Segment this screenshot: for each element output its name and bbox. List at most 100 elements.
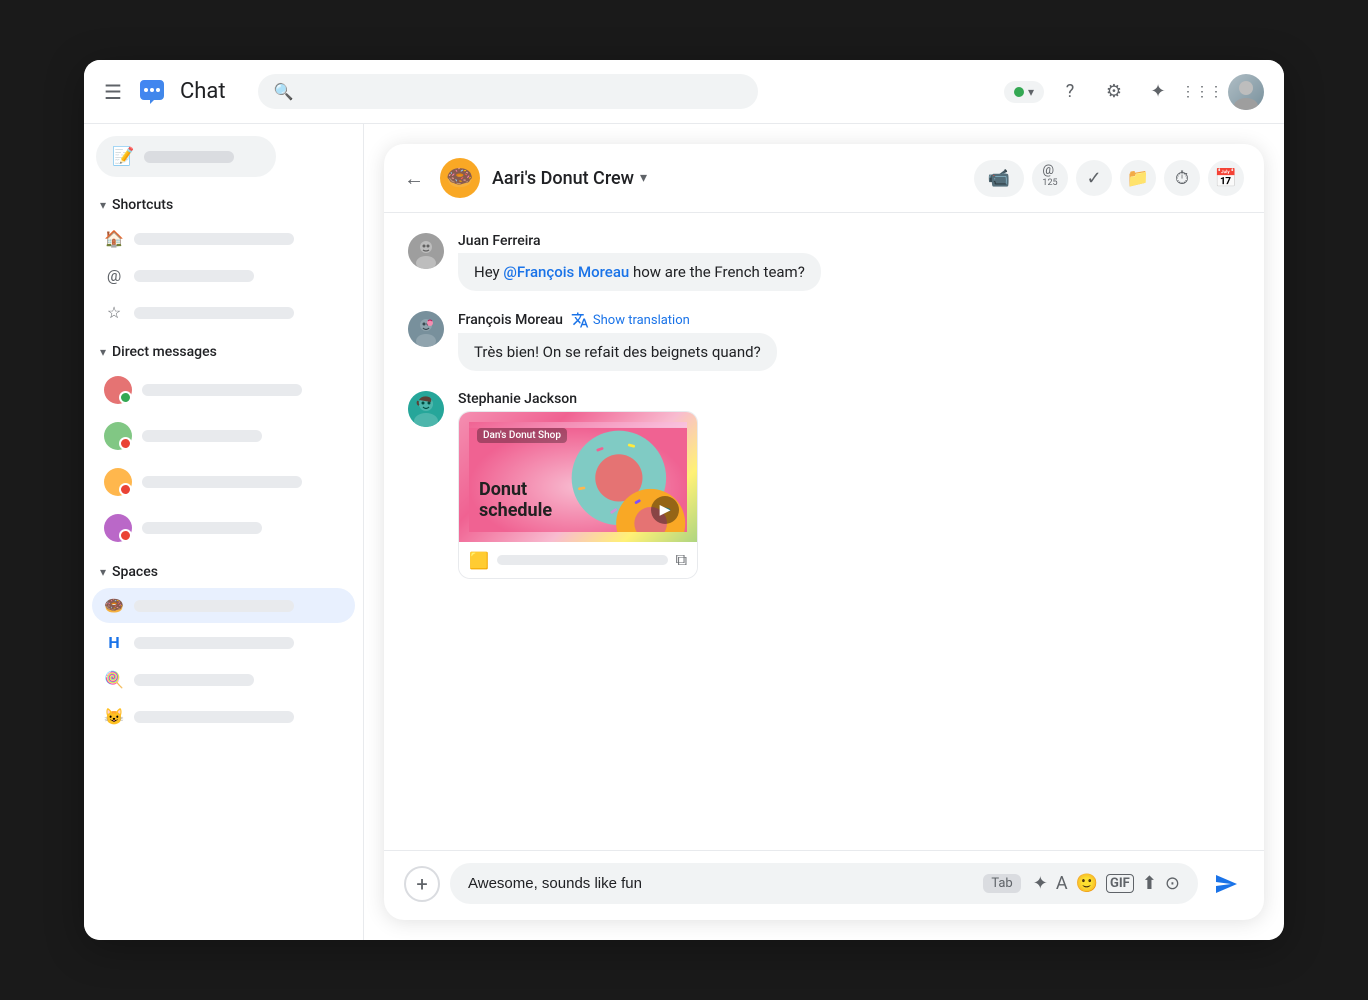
chat-header-actions: 📹 @125 ✓ 📁 ⏱: [974, 160, 1244, 197]
chat-window: ← 🍩 Aari's Donut Crew ▾ 📹 @125: [384, 144, 1264, 920]
gemini-icon[interactable]: ✦: [1140, 74, 1176, 110]
sidebar: 📝 ▾ Shortcuts 🏠 @ ☆ ▾: [84, 124, 364, 940]
message-2-bubble: Très bien! On se refait des beignets qua…: [458, 333, 777, 371]
chat-avatar: 🍩: [440, 158, 480, 198]
group-emoji: 🍩: [446, 166, 473, 191]
chevron-down-icon: ▾: [1028, 85, 1034, 99]
dm-1-placeholder: [142, 384, 302, 396]
dm-avatar-2: [104, 422, 132, 450]
emoji-icon[interactable]: 🙂: [1076, 873, 1098, 894]
sidebar-dm-4[interactable]: [92, 506, 355, 550]
show-translation-label: Show translation: [593, 313, 690, 328]
card-title: Donut schedule: [479, 479, 552, 522]
sidebar-dm-3[interactable]: [92, 460, 355, 504]
sidebar-item-mention[interactable]: @: [92, 258, 355, 293]
message-input[interactable]: [468, 875, 971, 892]
search-input[interactable]: [303, 83, 741, 100]
timer-icon: ⏱: [1175, 168, 1189, 189]
send-icon: [1214, 872, 1238, 896]
show-translation-button[interactable]: Show translation: [571, 311, 690, 329]
tasks-button[interactable]: ✓: [1076, 160, 1112, 196]
spaces-section-header[interactable]: ▾ Spaces: [92, 560, 355, 584]
message-group-2: François Moreau Show translation Très bi…: [408, 311, 1240, 371]
gemini-sparkle-icon[interactable]: ✦: [1033, 873, 1048, 894]
space-2-placeholder: [134, 637, 294, 649]
mention-icon: @: [104, 266, 124, 285]
dm-label: Direct messages: [112, 344, 217, 360]
dm-avatar-4: [104, 514, 132, 542]
upload-icon[interactable]: ⬆: [1142, 873, 1157, 894]
apps-icon[interactable]: ⋮⋮⋮: [1184, 74, 1220, 110]
new-chat-button[interactable]: 📝: [96, 136, 276, 177]
dm-avatar-1: [104, 376, 132, 404]
search-icon: 🔍: [274, 82, 294, 101]
sidebar-dm-1[interactable]: [92, 368, 355, 412]
dm-arrow-icon: ▾: [100, 345, 106, 359]
mention-francois: @François Moreau: [503, 263, 629, 281]
card-footer: 🟨 ⧉: [459, 542, 697, 578]
chat-input-area: + Tab ✦ A 🙂 GIF ⬆ ⊙: [384, 850, 1264, 920]
translate-icon: [571, 311, 589, 329]
more-options-icon[interactable]: ⊙: [1165, 873, 1180, 894]
spaces-arrow-icon: ▾: [100, 565, 106, 579]
francois-sender-name: François Moreau: [458, 312, 563, 328]
home-icon: 🏠: [104, 229, 124, 248]
sidebar-dm-2[interactable]: [92, 414, 355, 458]
message-input-box[interactable]: Tab ✦ A 🙂 GIF ⬆ ⊙: [450, 863, 1198, 904]
mentions-button[interactable]: @125: [1032, 160, 1068, 196]
folder-button[interactable]: 📁: [1120, 160, 1156, 196]
folder-icon: 📁: [1127, 168, 1149, 189]
sidebar-space-4[interactable]: 😺: [92, 699, 355, 734]
help-icon[interactable]: ?: [1052, 74, 1088, 110]
sidebar-item-starred[interactable]: ☆: [92, 295, 355, 330]
home-placeholder: [134, 233, 294, 245]
chat-header: ← 🍩 Aari's Donut Crew ▾ 📹 @125: [384, 144, 1264, 213]
donut-card-image: Dan's Donut Shop Donut schedule ▶: [459, 412, 697, 542]
message-1-header: Juan Ferreira: [458, 233, 1240, 249]
shortcuts-section-header[interactable]: ▾ Shortcuts: [92, 193, 355, 217]
sidebar-space-2[interactable]: H: [92, 625, 355, 660]
card-play-button[interactable]: ▶: [651, 496, 679, 524]
chat-title-area[interactable]: Aari's Donut Crew ▾: [492, 168, 962, 189]
timer-button[interactable]: ⏱: [1164, 160, 1200, 196]
gif-icon[interactable]: GIF: [1106, 874, 1134, 893]
sidebar-space-3[interactable]: 🍭: [92, 662, 355, 697]
space-1-placeholder: [134, 600, 294, 612]
chat-panel: ← 🍩 Aari's Donut Crew ▾ 📹 @125: [364, 124, 1284, 940]
dm-section-header[interactable]: ▾ Direct messages: [92, 340, 355, 364]
space-1-emoji: 🍩: [104, 596, 124, 615]
avatar-image: [1228, 74, 1264, 110]
shortcuts-label: Shortcuts: [112, 197, 173, 213]
sidebar-space-1[interactable]: 🍩: [92, 588, 355, 623]
card-footer-placeholder: [497, 555, 668, 565]
donut-card[interactable]: Dan's Donut Shop Donut schedule ▶: [458, 411, 698, 579]
add-attachment-button[interactable]: +: [404, 866, 440, 902]
chat-logo-icon: [134, 74, 170, 110]
juan-sender-name: Juan Ferreira: [458, 233, 541, 249]
sidebar-item-home[interactable]: 🏠: [92, 221, 355, 256]
stephanie-sender-name: Stephanie Jackson: [458, 391, 577, 407]
space-4-emoji: 😺: [104, 707, 124, 726]
search-bar[interactable]: 🔍: [258, 74, 758, 109]
copy-button[interactable]: ⧉: [676, 550, 687, 570]
dm-avatar-3: [104, 468, 132, 496]
shortcuts-arrow-icon: ▾: [100, 198, 106, 212]
juan-avatar: [408, 233, 444, 269]
tasks-icon: ✓: [1086, 168, 1101, 189]
shop-name-label: Dan's Donut Shop: [477, 428, 567, 443]
send-button[interactable]: [1208, 866, 1244, 902]
back-button[interactable]: ←: [404, 166, 424, 191]
top-bar: ☰ Chat: [84, 60, 1284, 124]
dm-4-placeholder: [142, 522, 262, 534]
main-content: 📝 ▾ Shortcuts 🏠 @ ☆ ▾: [84, 124, 1284, 940]
settings-icon[interactable]: ⚙: [1096, 74, 1132, 110]
message-group-3: Stephanie Jackson: [408, 391, 1240, 579]
video-call-button[interactable]: 📹: [974, 160, 1024, 197]
status-indicator[interactable]: ▾: [1004, 81, 1044, 103]
user-avatar[interactable]: [1228, 74, 1264, 110]
francois-avatar: [408, 311, 444, 347]
format-text-icon[interactable]: A: [1056, 873, 1068, 894]
hamburger-menu-icon[interactable]: ☰: [104, 80, 122, 104]
calendar-button[interactable]: 📅: [1208, 160, 1244, 196]
space-3-placeholder: [134, 674, 254, 686]
